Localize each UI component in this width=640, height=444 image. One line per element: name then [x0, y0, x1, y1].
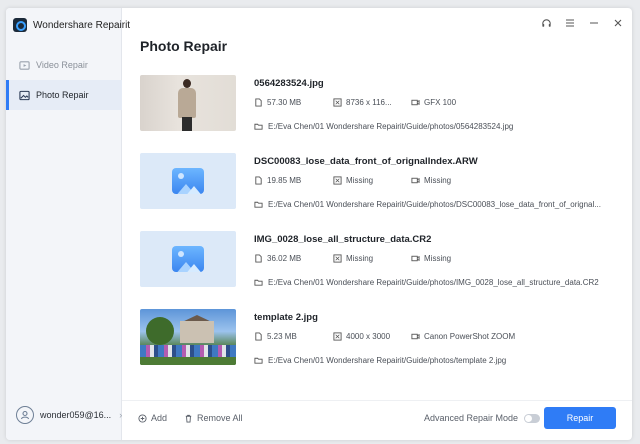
window-controls — [540, 17, 624, 29]
file-list: 0564283524.jpg 57.30 MB 8736 x 116... GF… — [130, 60, 626, 400]
file-path: E:/Eva Chen/01 Wondershare Repairit/Guid… — [254, 122, 513, 131]
folder-icon — [254, 200, 263, 209]
file-path: E:/Eva Chen/01 Wondershare Repairit/Guid… — [254, 356, 506, 365]
sidebar-item-photo-repair[interactable]: Photo Repair — [6, 80, 122, 110]
list-item[interactable]: DSC00083_lose_data_front_of_orignalIndex… — [130, 138, 626, 216]
folder-icon — [254, 356, 263, 365]
sidebar: Wondershare Repairit Video Repair Photo … — [6, 8, 130, 440]
advanced-repair-label: Advanced Repair Mode — [424, 413, 519, 423]
advanced-repair-toggle[interactable] — [524, 413, 541, 423]
file-name: 0564283524.jpg — [254, 78, 324, 89]
file-name: IMG_0028_lose_all_structure_data.CR2 — [254, 234, 432, 245]
footer-bar: Add Remove All Advanced Repair Mode Repa… — [122, 400, 632, 440]
file-size: 36.02 MB — [267, 254, 302, 263]
sidebar-item-label: Video Repair — [36, 60, 88, 70]
file-size: 5.23 MB — [267, 332, 297, 341]
avatar — [16, 406, 34, 424]
file-size-icon — [254, 332, 263, 341]
file-size: 57.30 MB — [267, 98, 302, 107]
camera-icon — [411, 176, 420, 185]
file-name: template 2.jpg — [254, 312, 318, 323]
repair-button[interactable]: Repair — [544, 407, 616, 429]
file-path-text: E:/Eva Chen/01 Wondershare Repairit/Guid… — [268, 356, 507, 365]
file-meta: 36.02 MB Missing Missing — [254, 254, 451, 263]
image-placeholder-icon — [172, 246, 204, 272]
list-item[interactable]: template 2.jpg 5.23 MB 4000 x 3000 Canon… — [130, 294, 626, 372]
dimensions-icon — [333, 254, 342, 263]
minimize-icon[interactable] — [588, 17, 600, 29]
repairit-logo-icon — [13, 18, 27, 32]
remove-all-button[interactable]: Remove All — [184, 413, 243, 423]
file-thumbnail — [140, 153, 236, 209]
file-camera: GFX 100 — [424, 98, 457, 107]
file-meta: 57.30 MB 8736 x 116... GFX 100 — [254, 98, 456, 107]
camera-icon — [411, 332, 420, 341]
list-item[interactable]: 0564283524.jpg 57.30 MB 8736 x 116... GF… — [130, 60, 626, 138]
file-dimensions: 8736 x 116... — [346, 98, 392, 107]
photo-repair-icon — [18, 89, 30, 101]
user-name: wonder059@16... — [40, 410, 112, 420]
file-camera: Missing — [424, 176, 452, 185]
file-thumbnail — [140, 75, 236, 131]
camera-icon — [411, 254, 420, 263]
dimensions-icon — [333, 332, 342, 341]
user-account[interactable]: wonder059@16... › — [16, 406, 122, 424]
file-thumbnail — [140, 231, 236, 287]
file-size-icon — [254, 254, 263, 263]
headset-support-icon[interactable] — [540, 17, 552, 29]
add-button[interactable]: Add — [138, 413, 167, 423]
file-size: 19.85 MB — [267, 176, 302, 185]
file-path: E:/Eva Chen/01 Wondershare Repairit/Guid… — [254, 278, 599, 287]
page-title: Photo Repair — [140, 38, 228, 54]
camera-icon — [411, 98, 420, 107]
app-name: Wondershare Repairit — [33, 19, 131, 31]
file-path: E:/Eva Chen/01 Wondershare Repairit/Guid… — [254, 200, 601, 209]
folder-icon — [254, 122, 263, 131]
file-meta: 5.23 MB 4000 x 3000 Canon PowerShot ZOOM — [254, 332, 515, 341]
add-label: Add — [151, 413, 168, 423]
file-dimensions: 4000 x 3000 — [346, 332, 391, 341]
dimensions-icon — [333, 98, 342, 107]
plus-circle-icon — [138, 413, 147, 423]
remove-all-label: Remove All — [197, 413, 243, 423]
list-item[interactable]: IMG_0028_lose_all_structure_data.CR2 36.… — [130, 216, 626, 294]
close-icon[interactable] — [612, 17, 624, 29]
trash-icon — [184, 414, 193, 423]
file-size-icon — [254, 98, 263, 107]
file-path-text: E:/Eva Chen/01 Wondershare Repairit/Guid… — [268, 122, 514, 131]
file-dimensions: Missing — [346, 176, 374, 185]
folder-icon — [254, 278, 263, 287]
advanced-repair-mode: Advanced Repair Mode — [424, 413, 541, 423]
file-meta: 19.85 MB Missing Missing — [254, 176, 451, 185]
file-path-text: E:/Eva Chen/01 Wondershare Repairit/Guid… — [268, 278, 599, 287]
file-dimensions: Missing — [346, 254, 374, 263]
sidebar-item-video-repair[interactable]: Video Repair — [6, 50, 122, 80]
menu-icon[interactable] — [564, 17, 576, 29]
file-camera: Missing — [424, 254, 452, 263]
file-path-text: E:/Eva Chen/01 Wondershare Repairit/Guid… — [268, 200, 601, 209]
app-window: Wondershare Repairit Video Repair Photo … — [6, 8, 632, 440]
file-size-icon — [254, 176, 263, 185]
dimensions-icon — [333, 176, 342, 185]
video-repair-icon — [18, 59, 30, 71]
sidebar-item-label: Photo Repair — [36, 90, 89, 100]
file-name: DSC00083_lose_data_front_of_orignalIndex… — [254, 156, 478, 167]
file-thumbnail — [140, 309, 236, 365]
brand: Wondershare Repairit — [13, 18, 130, 32]
file-camera: Canon PowerShot ZOOM — [424, 332, 516, 341]
image-placeholder-icon — [172, 168, 204, 194]
